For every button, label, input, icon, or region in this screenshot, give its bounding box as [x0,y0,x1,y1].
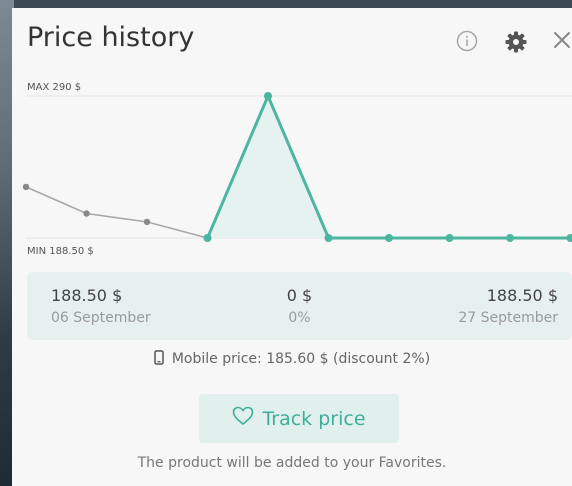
close-icon[interactable] [552,30,572,54]
panel-title: Price history [27,22,195,53]
price-area-fill [207,96,571,238]
mobile-price-row: Mobile price: 185.60 $ (discount 2%) [12,350,572,369]
price-point [83,210,90,217]
price-chart: MAX 290 $ MIN 188.50 $ [22,82,572,257]
end-date: 27 September [458,310,558,326]
end-price: 188.50 $ [486,286,558,305]
price-point [566,234,572,242]
price-point [143,218,151,226]
info-icon[interactable] [456,30,478,56]
price-point [22,183,30,191]
track-price-label: Track price [262,407,366,430]
min-price-label: MIN 188.50 $ [27,246,94,257]
heart-icon [232,406,254,431]
gear-icon[interactable] [504,30,528,58]
price-point [445,234,454,242]
price-history-panel: Price history MAX 290 $ MIN 188.50 $ 188… [12,8,572,486]
price-point [385,234,393,242]
track-price-button[interactable]: Track price [199,394,399,443]
max-price-label: MAX 290 $ [27,82,81,93]
past-price-line [25,186,208,239]
price-point [203,234,212,242]
mobile-price-text: Mobile price: 185.60 $ (discount 2%) [171,351,431,367]
price-point [506,234,514,242]
price-point [324,234,333,242]
price-point [264,92,272,100]
favorites-note: The product will be added to your Favori… [137,455,447,471]
price-summary-box: 188.50 $ 06 September 0 $ 0% 188.50 $ 27… [27,272,572,340]
mobile-phone-icon [154,350,164,369]
